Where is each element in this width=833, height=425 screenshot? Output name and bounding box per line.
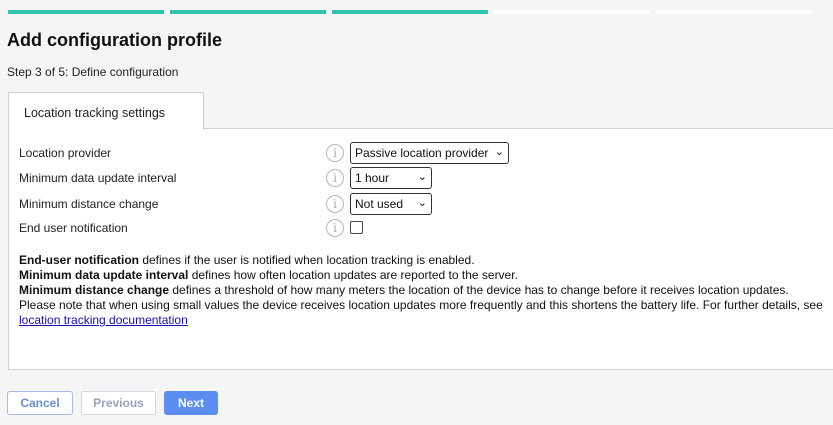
help-term: Minimum data update interval: [19, 268, 189, 282]
info-icon[interactable]: i: [326, 169, 344, 187]
progress-step-3: [332, 10, 488, 14]
previous-button[interactable]: Previous: [81, 391, 156, 415]
wizard-progress-bar: [8, 10, 812, 14]
info-icon[interactable]: i: [326, 219, 344, 237]
chevron-down-icon: ⌄: [494, 146, 504, 158]
min-update-interval-row: Minimum data update interval i 1 hour ⌄: [19, 167, 539, 189]
next-button[interactable]: Next: [164, 391, 218, 415]
help-description: defines how often location updates are r…: [188, 268, 518, 282]
location-provider-select[interactable]: Passive location provider ⌄: [350, 142, 509, 164]
min-update-interval-label: Minimum data update interval: [19, 171, 177, 185]
help-line-distance-change: Minimum distance change defines a thresh…: [19, 283, 829, 298]
progress-step-5: [656, 10, 812, 14]
step-indicator: Step 3 of 5: Define configuration: [7, 65, 179, 79]
documentation-link[interactable]: location tracking documentation: [19, 313, 188, 327]
help-term: End-user notification: [19, 253, 139, 267]
help-description: defines a threshold of how many meters t…: [169, 283, 789, 297]
min-update-interval-value: 1 hour: [355, 171, 390, 185]
progress-step-2: [170, 10, 326, 14]
tab-location-tracking-settings[interactable]: Location tracking settings: [8, 92, 204, 130]
help-description: defines if the user is notified when loc…: [139, 253, 475, 267]
min-update-interval-select[interactable]: 1 hour ⌄: [350, 167, 432, 189]
help-line-update-interval: Minimum data update interval defines how…: [19, 268, 829, 283]
min-distance-change-row: Minimum distance change i Not used ⌄: [19, 193, 539, 215]
end-user-notification-label: End user notification: [19, 221, 128, 235]
help-line-battery-note: Please note that when using small values…: [19, 298, 823, 312]
info-icon[interactable]: i: [326, 195, 344, 213]
cancel-button[interactable]: Cancel: [7, 391, 73, 415]
end-user-notification-checkbox[interactable]: [350, 221, 363, 234]
location-provider-label: Location provider: [19, 146, 112, 160]
progress-step-1: [8, 10, 164, 14]
help-line-notification: End-user notification defines if the use…: [19, 253, 829, 268]
end-user-notification-row: End user notification i: [19, 217, 539, 239]
location-provider-row: Location provider i Passive location pro…: [19, 142, 539, 164]
chevron-down-icon: ⌄: [417, 197, 427, 209]
settings-panel: Location provider i Passive location pro…: [8, 128, 833, 370]
page-title: Add configuration profile: [7, 30, 222, 50]
chevron-down-icon: ⌄: [417, 171, 427, 183]
help-text: End-user notification defines if the use…: [19, 253, 829, 328]
min-distance-change-value: Not used: [355, 197, 404, 211]
min-distance-change-label: Minimum distance change: [19, 197, 159, 211]
info-icon[interactable]: i: [326, 144, 344, 162]
min-distance-change-select[interactable]: Not used ⌄: [350, 193, 432, 215]
location-provider-value: Passive location provider: [355, 146, 489, 160]
help-term: Minimum distance change: [19, 283, 170, 297]
progress-step-4: [494, 10, 650, 14]
